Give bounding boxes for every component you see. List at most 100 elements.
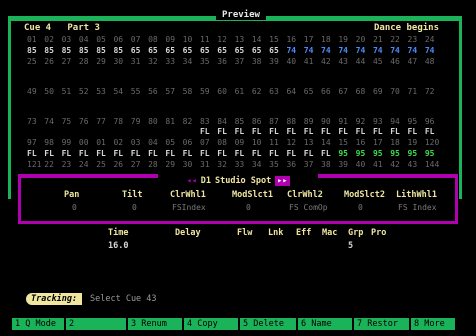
channel-cell[interactable]: FL	[304, 148, 321, 159]
channel-cell[interactable]: 44	[356, 56, 373, 67]
channel-cell[interactable]: 02	[44, 34, 61, 45]
channel-cell[interactable]: 29	[165, 159, 182, 170]
channel-cell[interactable]: 13	[304, 137, 321, 148]
channel-cell[interactable]: 15	[269, 34, 286, 45]
channel-cell[interactable]: 07	[131, 34, 148, 45]
cue-number[interactable]: Cue 4	[24, 23, 51, 33]
channel-cell[interactable]: 31	[131, 56, 148, 67]
channel-cell[interactable]: FL	[304, 126, 321, 137]
channel-cell[interactable]: 72	[425, 86, 442, 97]
channel-cell[interactable]: 61	[235, 86, 252, 97]
channel-cell[interactable]: 22	[44, 159, 61, 170]
channel-cell[interactable]: 54	[113, 86, 130, 97]
param-value[interactable]: FS ComOp	[289, 203, 328, 212]
param-value[interactable]: 0	[246, 203, 251, 212]
function-key-1[interactable]: 1 Q Mode	[12, 318, 64, 330]
channel-cell[interactable]: 65	[148, 45, 165, 56]
param-value[interactable]: FSIndex	[172, 203, 206, 212]
channel-cell[interactable]: 42	[321, 56, 338, 67]
channel-cell[interactable]: 71	[408, 86, 425, 97]
channel-cell[interactable]: FL	[27, 148, 44, 159]
channel-cell[interactable]: 34	[252, 159, 269, 170]
channel-cell[interactable]: 14	[321, 137, 338, 148]
channel-cell[interactable]: 65	[252, 45, 269, 56]
channel-cell[interactable]: 23	[62, 159, 79, 170]
channel-cell[interactable]: 33	[235, 159, 252, 170]
channel-cell[interactable]: 98	[44, 137, 61, 148]
channel-cell[interactable]: 12	[217, 34, 234, 45]
channel-cell[interactable]: 00	[79, 137, 96, 148]
channel-cell[interactable]: 41	[304, 56, 321, 67]
channel-cell[interactable]: FL	[356, 126, 373, 137]
channel-cell[interactable]: 74	[425, 45, 442, 56]
channel-cell[interactable]: FL	[96, 148, 113, 159]
channel-cell[interactable]: 35	[269, 159, 286, 170]
channel-cell[interactable]: 65	[235, 45, 252, 56]
channel-cell[interactable]: FL	[390, 126, 407, 137]
channel-cell[interactable]: 20	[356, 34, 373, 45]
param-value[interactable]: FS Index	[398, 203, 437, 212]
page-right-icon[interactable]: ▸▸	[275, 176, 290, 186]
channel-cell[interactable]: 32	[217, 159, 234, 170]
channel-cell[interactable]: 65	[304, 86, 321, 97]
channel-cell[interactable]: 59	[200, 86, 217, 97]
channel-cell[interactable]: 39	[338, 159, 355, 170]
channel-cell[interactable]: 08	[148, 34, 165, 45]
channel-cell[interactable]: 67	[338, 86, 355, 97]
channel-cell[interactable]: FL	[269, 126, 286, 137]
function-key-8[interactable]: 8 More	[411, 318, 455, 330]
param-value[interactable]: 0	[358, 203, 363, 212]
channel-cell[interactable]: 52	[79, 86, 96, 97]
channel-cell[interactable]	[62, 126, 79, 137]
channel-cell[interactable]: 05	[165, 137, 182, 148]
channel-cell[interactable]: 47	[408, 56, 425, 67]
channel-cell[interactable]: 19	[338, 34, 355, 45]
channel-cell[interactable]: FL	[200, 126, 217, 137]
channel-cell[interactable]: FL	[252, 126, 269, 137]
channel-cell[interactable]: 95	[425, 148, 442, 159]
channel-cell[interactable]: 144	[425, 159, 442, 170]
page-left-icon[interactable]: ◂◂	[186, 176, 196, 186]
channel-cell[interactable]: 27	[62, 56, 79, 67]
channel-cell[interactable]: FL	[131, 148, 148, 159]
function-key-7[interactable]: 7 Restor	[354, 318, 409, 330]
channel-cell[interactable]: 65	[217, 45, 234, 56]
channel-cell[interactable]: 55	[131, 86, 148, 97]
channel-cell[interactable]: FL	[148, 148, 165, 159]
channel-cell[interactable]	[44, 126, 61, 137]
function-key-6[interactable]: 6 Name	[298, 318, 352, 330]
channel-cell[interactable]: 24	[425, 34, 442, 45]
channel-cell[interactable]: 95	[390, 148, 407, 159]
channel-cell[interactable]: 69	[373, 86, 390, 97]
channel-cell[interactable]: 41	[373, 159, 390, 170]
channel-cell[interactable]: 09	[235, 137, 252, 148]
channel-cell[interactable]: 34	[183, 56, 200, 67]
channel-cell[interactable]: FL	[44, 148, 61, 159]
channel-cell[interactable]: 30	[183, 159, 200, 170]
channel-cell[interactable]: 74	[304, 45, 321, 56]
channel-cell[interactable]: 12	[286, 137, 303, 148]
channel-cell[interactable]: 01	[27, 34, 44, 45]
channel-cell[interactable]: 85	[96, 45, 113, 56]
channel-cell[interactable]: FL	[200, 148, 217, 159]
channel-cell[interactable]: FL	[217, 126, 234, 137]
channel-cell[interactable]: 26	[113, 159, 130, 170]
channel-cell[interactable]: 85	[62, 45, 79, 56]
channel-cell[interactable]: 65	[269, 45, 286, 56]
channel-cell[interactable]: 04	[79, 34, 96, 45]
channel-cell[interactable]: 85	[44, 45, 61, 56]
channel-cell[interactable]: 50	[44, 86, 61, 97]
param-value[interactable]: 0	[72, 203, 77, 212]
channel-cell[interactable]: 03	[131, 137, 148, 148]
channel-cell[interactable]: 49	[27, 86, 44, 97]
channel-cell[interactable]: 27	[131, 159, 148, 170]
channel-cell[interactable]: FL	[408, 126, 425, 137]
channel-cell[interactable]: 13	[235, 34, 252, 45]
channel-cell[interactable]: 40	[286, 56, 303, 67]
channel-cell[interactable]: 10	[183, 34, 200, 45]
channel-cell[interactable]: 25	[96, 159, 113, 170]
channel-cell[interactable]: 02	[113, 137, 130, 148]
channel-cell[interactable]: 99	[62, 137, 79, 148]
channel-cell[interactable]	[165, 126, 182, 137]
channel-cell[interactable]: 85	[27, 45, 44, 56]
